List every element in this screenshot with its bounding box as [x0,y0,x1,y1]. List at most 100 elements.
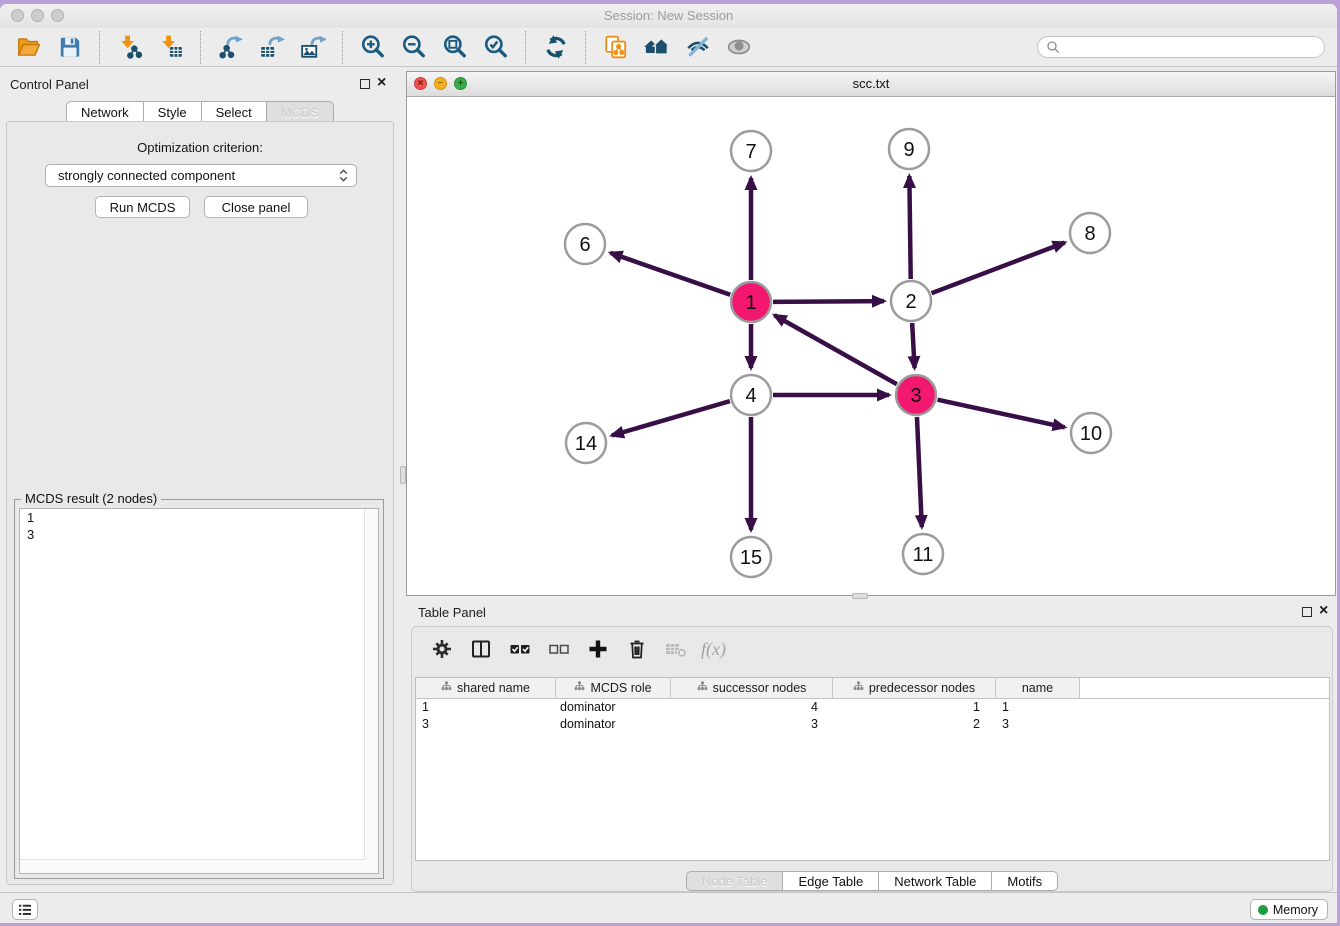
search-input[interactable] [1037,36,1325,58]
horizontal-splitter-handle[interactable] [852,593,868,599]
column-header-predecessor-nodes[interactable]: predecessor nodes [833,678,996,698]
graph-edge-1-2[interactable] [773,301,884,302]
column-header-mcds-role[interactable]: MCDS role [556,678,671,698]
table-cell[interactable]: dominator [556,716,671,733]
export-network-button[interactable] [217,33,244,61]
table-cell[interactable]: 3 [416,716,556,733]
table-row[interactable]: 3dominator323 [416,716,1329,733]
graph-node-7[interactable]: 7 [731,131,771,171]
column-type-icon [441,681,452,695]
apply-layout-button[interactable] [542,33,569,61]
mcds-result-list[interactable]: 13 [19,508,379,874]
table-cell[interactable]: 1 [996,699,1080,716]
table-cell[interactable]: 4 [671,699,833,716]
close-panel-button[interactable]: Close panel [204,196,308,218]
graph-node-2[interactable]: 2 [891,281,931,321]
table-close-panel-icon[interactable]: × [1319,605,1328,617]
table-row[interactable]: 1dominator411 [416,699,1329,716]
column-header-label: MCDS role [590,681,651,695]
graph-edge-3-1[interactable] [775,315,897,384]
result-vertical-scrollbar[interactable] [364,509,378,873]
graph-edge-2-9[interactable] [909,176,910,279]
save-disk-icon [57,34,83,60]
column-header-shared-name[interactable]: shared name [416,678,556,698]
graph-node-label: 10 [1080,423,1102,445]
create-column-button[interactable] [584,635,611,663]
network-canvas[interactable]: 7 9 6 8 1 2 4 3 14 10 15 11 [408,96,1334,600]
tab-network[interactable]: Network [66,101,144,122]
tab-network-table[interactable]: Network Table [878,871,992,891]
column-header-name[interactable]: name [996,678,1080,698]
zoom-fit-button[interactable] [441,33,468,61]
graph-edge-2-8[interactable] [932,243,1065,294]
export-table-button[interactable] [258,33,285,61]
graph-node-15[interactable]: 15 [731,537,771,577]
tab-select[interactable]: Select [201,101,267,122]
graph-node-3[interactable]: 3 [896,375,936,415]
gear-icon [430,637,454,661]
reset-view-button[interactable] [643,33,670,61]
graph-node-4[interactable]: 4 [731,375,771,415]
graph-edge-4-14[interactable] [612,401,730,435]
graph-node-14[interactable]: 14 [566,423,606,463]
hide-panels-button[interactable] [684,33,711,61]
graph-node-6[interactable]: 6 [565,224,605,264]
table-settings-button[interactable] [428,635,455,663]
unchecked-boxes-icon [546,637,572,661]
tab-mcds[interactable]: MCDS [266,101,334,122]
memory-button[interactable]: Memory [1250,899,1328,920]
table-cell[interactable]: 3 [996,716,1080,733]
import-table-button[interactable] [157,33,184,61]
graph-edge-2-3[interactable] [912,323,914,368]
tab-edge-table[interactable]: Edge Table [782,871,879,891]
graph-node-1[interactable]: 1 [731,282,771,322]
zoom-out-button[interactable] [400,33,427,61]
graph-node-9[interactable]: 9 [889,129,929,169]
close-panel-icon[interactable]: × [377,77,386,89]
result-item[interactable]: 3 [20,526,378,543]
task-history-button[interactable] [12,899,38,920]
tab-motifs[interactable]: Motifs [991,871,1058,891]
table-cell[interactable]: dominator [556,699,671,716]
graph-node-8[interactable]: 8 [1070,213,1110,253]
graph-node-10[interactable]: 10 [1071,413,1111,453]
table-cell[interactable]: 1 [416,699,556,716]
deselect-all-columns-button[interactable] [545,635,572,663]
table-cell[interactable]: 2 [833,716,996,733]
select-all-columns-button[interactable] [506,635,533,663]
table-cell[interactable]: 1 [833,699,996,716]
run-mcds-button[interactable]: Run MCDS [95,196,190,218]
export-image-button[interactable] [299,33,326,61]
zoom-fit-icon [442,34,468,60]
import-network-button[interactable] [116,33,143,61]
show-panels-button[interactable] [725,33,752,61]
graph-edge-1-6[interactable] [610,253,730,295]
graph-node-11[interactable]: 11 [903,534,943,574]
toolbar-separator [525,31,526,64]
delete-table-icon [663,637,689,661]
float-panel-icon[interactable] [360,79,370,89]
tab-node-table[interactable]: Node Table [686,871,784,891]
column-header-label: name [1022,681,1053,695]
save-session-button[interactable] [56,33,83,61]
plus-icon [586,637,610,661]
show-column-selector-button[interactable] [467,635,494,663]
clone-network-button[interactable] [602,33,629,61]
zoom-selected-button[interactable] [482,33,509,61]
select-chevrons-icon [339,169,348,182]
zoom-in-button[interactable] [359,33,386,61]
result-horizontal-scrollbar[interactable] [20,859,365,873]
tab-style[interactable]: Style [143,101,202,122]
table-cell[interactable]: 3 [671,716,833,733]
node-table[interactable]: shared name MCDS role successor nodesprede… [415,677,1330,861]
delete-column-button[interactable] [623,635,650,663]
result-item[interactable]: 1 [20,509,378,526]
main-toolbar [0,28,1337,67]
open-file-button[interactable] [15,33,42,61]
graph-edge-3-11[interactable] [917,417,922,527]
column-header-successor-nodes[interactable]: successor nodes [671,678,833,698]
graph-edge-3-10[interactable] [937,400,1064,428]
table-float-panel-icon[interactable] [1302,607,1312,617]
export-table-icon [259,34,285,60]
criterion-select[interactable]: strongly connected component [45,164,357,187]
